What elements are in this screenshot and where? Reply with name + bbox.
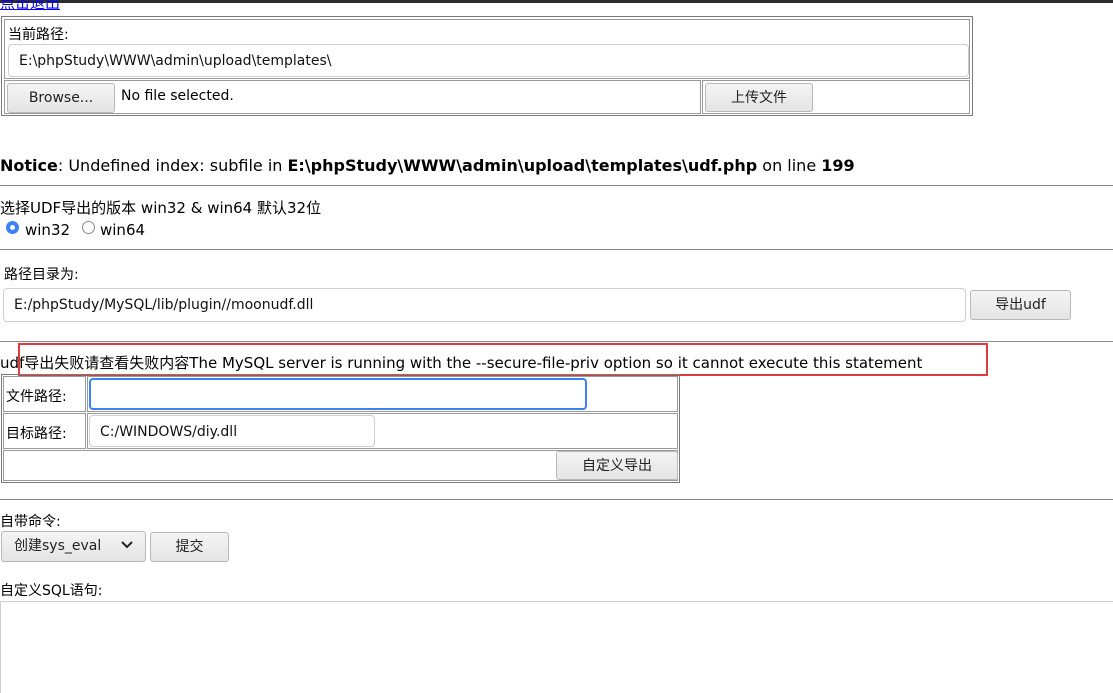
radio-win32[interactable] (6, 221, 19, 234)
radio-win64-label: win64 (100, 221, 146, 239)
file-path-label-cell: 文件路径: (3, 376, 86, 412)
file-path-label: 文件路径: (6, 389, 67, 405)
current-path-label: 当前路径: (8, 27, 69, 43)
current-path-cell: 当前路径: E:\phpStudy\WWW\admin\upload\templ… (4, 19, 970, 79)
file-select-cell: Browse... No file selected. (4, 80, 701, 114)
custom-export-button[interactable]: 自定义导出 (556, 451, 678, 480)
chevron-down-icon (121, 532, 133, 560)
upload-button-cell: 上传文件 (702, 80, 970, 114)
custom-export-table: 文件路径: 目标路径: C:/WINDOWS/diy.dll 自定义导出 (1, 374, 680, 483)
browse-button[interactable]: Browse... (7, 83, 115, 113)
command-select-value: 创建sys_eval (14, 538, 102, 554)
divider-2 (0, 249, 1113, 250)
target-path-label-cell: 目标路径: (3, 413, 86, 449)
error-highlight-box (18, 343, 988, 376)
file-path-input-cell (87, 376, 678, 412)
file-path-input[interactable] (89, 378, 587, 410)
submit-button[interactable]: 提交 (150, 532, 229, 562)
file-status-text: No file selected. (121, 88, 234, 104)
custom-export-button-cell: 自定义导出 (3, 450, 678, 481)
target-path-input[interactable]: C:/WINDOWS/diy.dll (89, 415, 375, 447)
divider-1 (0, 185, 1113, 186)
divider-3 (0, 341, 1113, 342)
notice-path: E:\phpStudy\WWW\admin\upload\templates\u… (287, 156, 758, 175)
radio-win64[interactable] (82, 221, 95, 234)
php-notice: Notice: Undefined index: subfile in E:\p… (0, 156, 855, 175)
sql-textarea[interactable] (0, 601, 1113, 693)
upload-table: 当前路径: E:\phpStudy\WWW\admin\upload\templ… (1, 16, 973, 116)
notice-line: 199 (821, 156, 855, 175)
command-select[interactable]: 创建sys_eval (1, 531, 146, 562)
logout-link[interactable]: 点击退出 (0, 0, 60, 12)
target-path-label: 目标路径: (6, 426, 67, 442)
export-dir-input[interactable]: E:/phpStudy/MySQL/lib/plugin//moonudf.dl… (3, 288, 966, 322)
notice-label: Notice (0, 156, 58, 175)
radio-win32-label: win32 (25, 221, 71, 239)
sql-label: 自定义SQL语句: (0, 583, 103, 599)
window-top-bar (0, 0, 1113, 3)
notice-message: : Undefined index: subfile in (57, 156, 288, 175)
upload-button[interactable]: 上传文件 (705, 83, 813, 112)
target-path-input-cell: C:/WINDOWS/diy.dll (87, 413, 678, 449)
udf-version-prompt: 选择UDF导出的版本 win32 & win64 默认32位 (0, 199, 322, 217)
export-udf-button[interactable]: 导出udf (970, 290, 1071, 320)
export-dir-label: 路径目录为: (4, 267, 79, 283)
command-label: 自带命令: (0, 514, 61, 530)
notice-on-line: on line (757, 156, 822, 175)
divider-4 (0, 499, 1113, 500)
current-path-input[interactable]: E:\phpStudy\WWW\admin\upload\templates\ (8, 44, 969, 77)
